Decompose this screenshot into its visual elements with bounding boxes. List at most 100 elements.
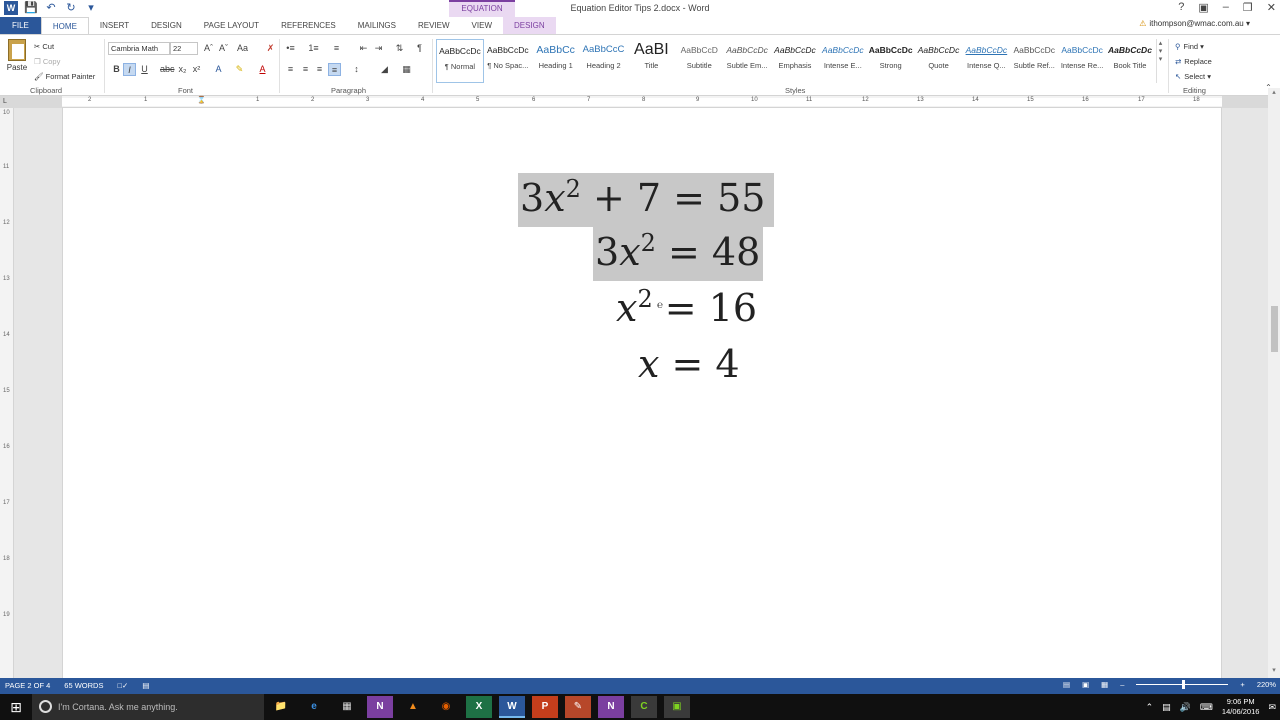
style-heading-1[interactable]: AaBbCc Heading 1 [532, 39, 580, 83]
grow-font-icon[interactable]: Aˆ [202, 42, 215, 55]
minimize-icon[interactable]: – [1223, 1, 1229, 14]
tab-page-layout[interactable]: PAGE LAYOUT [193, 17, 270, 34]
restore-icon[interactable]: ❐ [1243, 1, 1253, 14]
camtasia-recorder-icon[interactable]: ▣ [664, 696, 690, 718]
style-subtle-emphasis[interactable]: AaBbCcDc Subtle Em... [723, 39, 771, 83]
zoom-level[interactable]: 220% [1257, 680, 1276, 689]
style-quote[interactable]: AaBbCcDc Quote [915, 39, 963, 83]
style-heading-2[interactable]: AaBbCcC Heading 2 [580, 39, 628, 83]
tab-mailings[interactable]: MAILINGS [347, 17, 407, 34]
font-size-box[interactable]: 22 [170, 42, 198, 55]
store-icon[interactable]: ▦ [334, 696, 360, 718]
equation-line-1[interactable]: 3x2 + 7 = 55 [518, 173, 774, 227]
tab-references[interactable]: REFERENCES [270, 17, 347, 34]
tab-stop-selector-icon[interactable]: L [3, 98, 7, 105]
borders-icon[interactable]: ▦ [400, 63, 413, 76]
style-subtle-reference[interactable]: AaBbCcDc Subtle Ref... [1010, 39, 1058, 83]
vertical-scrollbar[interactable]: ▴ ▾ [1268, 88, 1280, 678]
replace-button[interactable]: ⇄ Replace [1175, 54, 1212, 69]
style-intense-reference[interactable]: AaBbCcDc Intense Re... [1058, 39, 1106, 83]
clock[interactable]: 9:06 PM 14/06/2016 [1222, 697, 1260, 717]
paste-button[interactable]: Paste [6, 39, 28, 72]
tab-review[interactable]: REVIEW [407, 17, 461, 34]
firefox-icon[interactable]: ◉ [433, 696, 459, 718]
drawing-app-icon[interactable]: ✎ [565, 696, 591, 718]
horizontal-ruler[interactable]: 2 1 1 2 3 4 5 6 7 8 9 10 11 12 13 14 15 … [0, 96, 1280, 108]
numbering-icon[interactable]: 1≡ [307, 42, 320, 55]
notifications-icon[interactable]: ✉ [1268, 702, 1276, 713]
copy-button[interactable]: ❐ Copy [34, 54, 95, 69]
style-emphasis[interactable]: AaBbCcDc Emphasis [771, 39, 819, 83]
vlc-icon[interactable]: ▲ [400, 696, 426, 718]
equation-line-2[interactable]: 3x2 = 48 [593, 227, 763, 281]
file-explorer-icon[interactable]: 📁 [268, 696, 294, 718]
equation-line-3[interactable]: x2 = 16 [616, 283, 757, 333]
proofing-icon[interactable]: □✓ [117, 681, 128, 690]
web-layout-icon[interactable]: ▦ [1101, 680, 1108, 689]
style-subtitle[interactable]: AaBbCcD Subtitle [675, 39, 723, 83]
format-painter-button[interactable]: 🖌 Format Painter [34, 69, 95, 84]
text-effects-icon[interactable]: A [212, 63, 225, 76]
style-title[interactable]: AaBI Title [627, 39, 675, 83]
bold-icon[interactable]: B [110, 63, 123, 76]
volume-icon[interactable]: 🔊 [1180, 702, 1191, 713]
zoom-out-icon[interactable]: – [1120, 680, 1124, 689]
cortana-search-box[interactable]: I'm Cortana. Ask me anything. [32, 694, 264, 720]
highlight-icon[interactable]: ✎ [233, 63, 246, 76]
subscript-icon[interactable]: x₂ [176, 63, 189, 76]
justify-icon[interactable]: ≡ [328, 63, 341, 76]
align-right-icon[interactable]: ≡ [313, 63, 326, 76]
underline-icon[interactable]: U [138, 63, 151, 76]
cut-button[interactable]: ✂ Cut [34, 39, 95, 54]
style-intense-emphasis[interactable]: AaBbCcDc Intense E... [819, 39, 867, 83]
scrollbar-thumb[interactable] [1271, 306, 1278, 352]
help-icon[interactable]: ? [1178, 1, 1184, 14]
select-button[interactable]: ↖ Select ▾ [1175, 69, 1212, 84]
tab-file[interactable]: FILE [0, 17, 41, 34]
align-center-icon[interactable]: ≡ [299, 63, 312, 76]
page-count[interactable]: PAGE 2 OF 4 [5, 681, 50, 690]
style-no-spacing[interactable]: AaBbCcDc ¶ No Spac... [484, 39, 532, 83]
print-layout-icon[interactable]: ▣ [1082, 680, 1089, 689]
style-normal[interactable]: AaBbCcDc ¶ Normal [436, 39, 484, 83]
user-account[interactable]: ⚠ ithompson@wmac.com.au ▾ [1139, 19, 1250, 28]
camtasia-icon[interactable]: C [631, 696, 657, 718]
sort-icon[interactable]: ⇅ [393, 42, 406, 55]
excel-icon[interactable]: X [466, 696, 492, 718]
zoom-slider-thumb[interactable] [1182, 680, 1186, 689]
zoom-slider[interactable] [1136, 680, 1229, 689]
italic-icon[interactable]: I [123, 63, 136, 76]
vertical-ruler[interactable]: 10 11 12 13 14 15 16 17 18 19 [0, 108, 14, 678]
close-icon[interactable]: ✕ [1267, 1, 1276, 14]
tab-equation-design[interactable]: DESIGN [503, 17, 556, 34]
macro-icon[interactable]: ▤ [142, 681, 149, 690]
equation-line-4[interactable]: x = 4 [638, 339, 740, 389]
tab-design[interactable]: DESIGN [140, 17, 193, 34]
windows-start-icon[interactable]: ⊞ [0, 694, 32, 720]
style-strong[interactable]: AaBbCcDc Strong [867, 39, 915, 83]
shading-icon[interactable]: ◢ [378, 63, 391, 76]
scroll-up-icon[interactable]: ▴ [1268, 88, 1280, 96]
onenote-2-icon[interactable]: N [598, 696, 624, 718]
tab-home[interactable]: HOME [40, 17, 89, 34]
align-left-icon[interactable]: ≡ [284, 63, 297, 76]
keyboard-icon[interactable]: ⌨ [1200, 702, 1213, 713]
scroll-down-icon[interactable]: ▾ [1268, 666, 1280, 674]
onenote-icon[interactable]: N [367, 696, 393, 718]
read-mode-icon[interactable]: ▤ [1063, 680, 1070, 689]
strikethrough-icon[interactable]: abc [160, 63, 175, 76]
edge-icon[interactable]: e [301, 696, 327, 718]
line-spacing-icon[interactable]: ↕ [350, 63, 363, 76]
tab-view[interactable]: VIEW [461, 17, 503, 34]
find-button[interactable]: ⚲ Find ▾ [1175, 39, 1212, 54]
decrease-indent-icon[interactable]: ⇤ [357, 42, 370, 55]
powerpoint-icon[interactable]: P [532, 696, 558, 718]
bullets-icon[interactable]: •≡ [284, 42, 297, 55]
multilevel-list-icon[interactable]: ≡ [330, 42, 343, 55]
clear-formatting-icon[interactable]: ✗ [264, 42, 277, 55]
word-count[interactable]: 65 WORDS [64, 681, 103, 690]
indent-marker-icon[interactable]: ⌛ [197, 96, 206, 104]
styles-gallery-scroll[interactable]: ▴ ▾ ▾ [1156, 39, 1164, 83]
style-book-title[interactable]: AaBbCcDc Book Title [1106, 39, 1154, 83]
superscript-icon[interactable]: x² [190, 63, 203, 76]
